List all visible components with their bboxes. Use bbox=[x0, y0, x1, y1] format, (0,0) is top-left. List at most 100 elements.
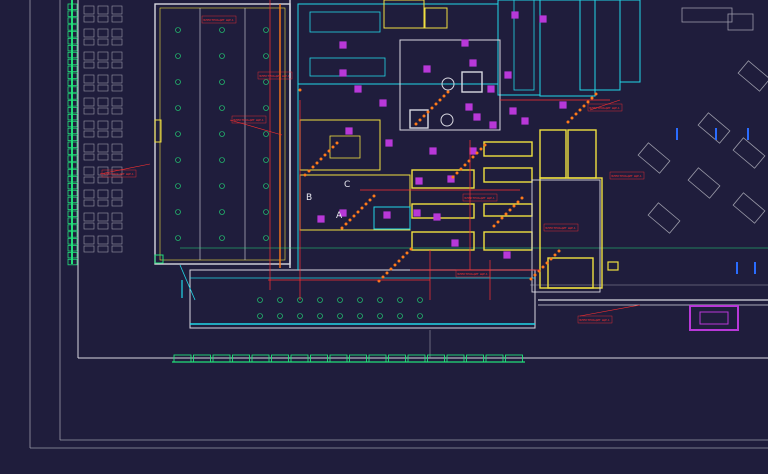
outlet-marker bbox=[360, 206, 364, 210]
storage-room bbox=[619, 0, 641, 83]
seating-block bbox=[111, 28, 123, 38]
outlet-marker bbox=[582, 104, 586, 108]
seating-block bbox=[83, 189, 95, 199]
light-fixture-icon bbox=[175, 105, 181, 111]
outlet-marker bbox=[594, 92, 598, 96]
light-fixture-icon bbox=[175, 235, 181, 241]
outlet-marker bbox=[496, 220, 500, 224]
outlet-marker bbox=[414, 122, 418, 126]
outlet-marker bbox=[451, 175, 455, 179]
light-fixture-icon bbox=[417, 313, 423, 319]
seating-block bbox=[111, 97, 123, 107]
light-fixture-icon bbox=[219, 105, 225, 111]
booth-table bbox=[539, 129, 567, 179]
outlet-marker bbox=[459, 167, 463, 171]
annotation-text: ЭЛЕКТРОЩИТ ЩР-1 bbox=[611, 174, 642, 178]
seating-block bbox=[97, 107, 109, 115]
seating-block bbox=[111, 38, 123, 46]
seating-block bbox=[83, 5, 95, 15]
seating-block bbox=[97, 143, 109, 153]
light-fixture-icon bbox=[263, 157, 269, 163]
outlet-marker bbox=[578, 108, 582, 112]
vehicle-outline bbox=[647, 202, 681, 234]
light-fixture-icon bbox=[219, 27, 225, 33]
prep-room bbox=[299, 119, 381, 171]
outlet-marker bbox=[348, 218, 352, 222]
annotation-text: ЭЛЕКТРОЩИТ ЩР-1 bbox=[233, 118, 264, 122]
annotation-text: ЭЛЕКТРОЩИТ ЩР-1 bbox=[464, 196, 495, 200]
light-fixture-icon bbox=[175, 53, 181, 59]
outlet-marker bbox=[315, 161, 319, 165]
vehicle-outline bbox=[732, 137, 766, 169]
seating-block bbox=[97, 176, 109, 184]
seating-block bbox=[111, 153, 123, 161]
outlet-marker bbox=[368, 198, 372, 202]
light-fixture-icon bbox=[357, 313, 363, 319]
booth-table bbox=[483, 167, 533, 183]
seating-block bbox=[97, 120, 109, 130]
light-fixture-icon bbox=[263, 27, 269, 33]
outlet-marker bbox=[422, 114, 426, 118]
equipment-symbol bbox=[429, 147, 437, 155]
equipment-symbol bbox=[469, 59, 477, 67]
equipment-symbol bbox=[509, 107, 517, 115]
vehicle-outline bbox=[697, 112, 731, 144]
outlet-marker bbox=[381, 275, 385, 279]
outlet-marker bbox=[586, 100, 590, 104]
outlet-marker bbox=[553, 253, 557, 257]
callout-leader bbox=[229, 119, 283, 136]
seating-block bbox=[111, 84, 123, 92]
callout-leader bbox=[579, 304, 641, 317]
electrical-layer bbox=[99, 0, 641, 317]
kitchen-counter bbox=[309, 57, 386, 77]
seating-block bbox=[83, 153, 95, 161]
seating-block bbox=[97, 15, 109, 23]
light-fixture-icon bbox=[219, 79, 225, 85]
light-fixture-icon bbox=[317, 313, 323, 319]
equipment-symbol bbox=[511, 11, 519, 19]
seating-block bbox=[97, 38, 109, 46]
vehicle-outline bbox=[637, 142, 671, 174]
light-fixture-icon bbox=[397, 297, 403, 303]
seating-block bbox=[83, 212, 95, 222]
equipment-symbol bbox=[539, 15, 547, 23]
seating-block bbox=[83, 176, 95, 184]
display-box bbox=[689, 305, 739, 331]
seating-block bbox=[97, 153, 109, 161]
booth-table bbox=[411, 231, 475, 251]
seating-block bbox=[83, 84, 95, 92]
outlet-marker bbox=[590, 96, 594, 100]
outlet-marker bbox=[512, 204, 516, 208]
equipment-symbol bbox=[469, 147, 477, 155]
sink-icon bbox=[440, 113, 454, 127]
seating-block bbox=[97, 28, 109, 38]
equipment-symbol bbox=[339, 41, 347, 49]
seating-block bbox=[83, 107, 95, 115]
outlet-marker bbox=[438, 98, 442, 102]
outlet-marker bbox=[327, 149, 331, 153]
cad-viewport[interactable]: ЭЛЕКТРОЩИТ ЩР-1 ЭЛЕКТРОЩИТ ЩР-1 ЭЛЕКТРОЩИТ… bbox=[0, 0, 768, 474]
booth-enclosure bbox=[531, 179, 601, 293]
outlet-marker bbox=[545, 261, 549, 265]
booth-table bbox=[483, 231, 533, 251]
outlet-marker bbox=[508, 208, 512, 212]
equipment-symbol bbox=[339, 69, 347, 77]
seating-block bbox=[83, 61, 95, 69]
light-fixture-icon bbox=[263, 209, 269, 215]
outlet-marker bbox=[319, 157, 323, 161]
seating-block bbox=[97, 212, 109, 222]
seating-block bbox=[97, 74, 109, 84]
light-fixture-icon bbox=[337, 297, 343, 303]
booth-table bbox=[411, 203, 475, 219]
seating-block bbox=[83, 120, 95, 130]
vehicle-outline bbox=[687, 167, 721, 199]
equipment-symbol bbox=[383, 211, 391, 219]
outlet-marker bbox=[298, 88, 302, 92]
seating-block bbox=[83, 143, 95, 153]
outlet-marker bbox=[557, 249, 561, 253]
equipment-symbol bbox=[489, 121, 497, 129]
outlet-marker bbox=[372, 194, 376, 198]
seating-block bbox=[111, 143, 123, 153]
equipment-symbol bbox=[461, 39, 469, 47]
seating-block bbox=[83, 74, 95, 84]
